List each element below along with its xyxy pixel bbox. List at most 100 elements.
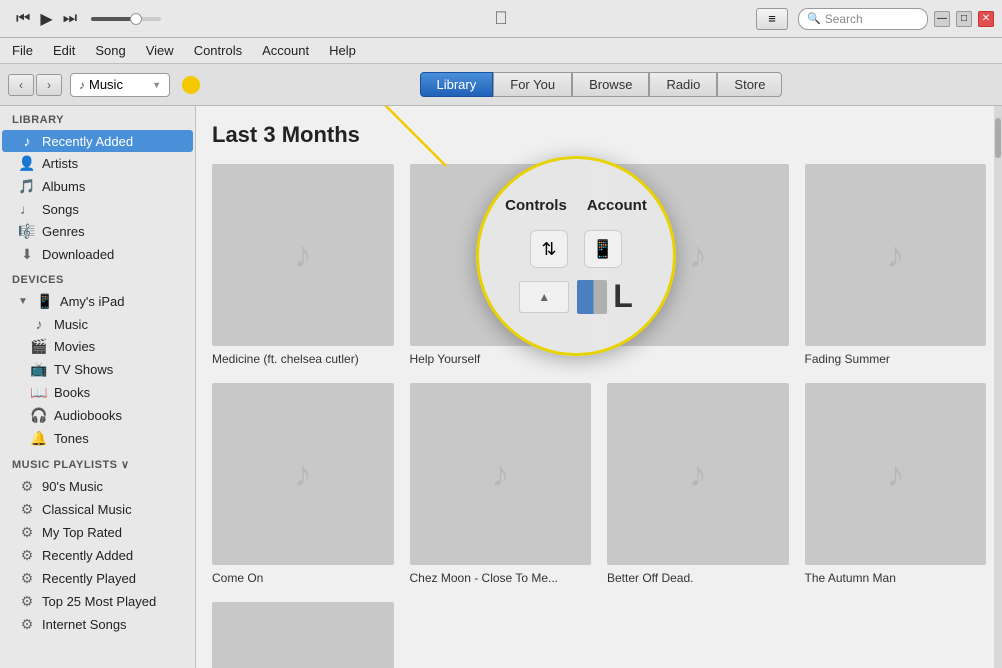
play-button[interactable]: ▶ bbox=[36, 7, 56, 31]
music-icon: ♪ bbox=[30, 316, 48, 332]
menu-file[interactable]: File bbox=[4, 41, 41, 60]
sidebar-item-music[interactable]: ♪ Music bbox=[2, 313, 193, 335]
sidebar-item-albums[interactable]: 🎵 Albums bbox=[2, 175, 193, 198]
source-dropdown[interactable]: ♪ Music ▼ bbox=[70, 73, 170, 97]
volume-slider[interactable] bbox=[91, 17, 161, 21]
downloaded-icon: ⬇ bbox=[18, 246, 36, 263]
album-item-chez[interactable]: ♪ Chez Moon - Close To Me... bbox=[410, 383, 592, 586]
album-title-better: Better Off Dead. bbox=[607, 571, 694, 587]
sidebar-item-top-rated[interactable]: ⚙ My Top Rated bbox=[2, 521, 193, 544]
sidebar-item-90s[interactable]: ⚙ 90's Music bbox=[2, 475, 193, 498]
classical-icon: ⚙ bbox=[18, 501, 36, 518]
tones-icon: 🔔 bbox=[30, 430, 48, 447]
sidebar-item-classical[interactable]: ⚙ Classical Music bbox=[2, 498, 193, 521]
dropdown-arrow-icon: ▼ bbox=[152, 80, 161, 90]
large-letter-l: L bbox=[613, 278, 633, 315]
menu-view[interactable]: View bbox=[138, 41, 182, 60]
sidebar-recently-added-label: Recently Added bbox=[42, 134, 133, 149]
tab-for-you[interactable]: For You bbox=[493, 72, 572, 97]
magnifier-content: Controls Account ⇅ 📱 ▲ L bbox=[479, 159, 673, 353]
search-placeholder: Search bbox=[825, 12, 863, 26]
menu-edit[interactable]: Edit bbox=[45, 41, 83, 60]
tvshows-icon: 📺 bbox=[30, 361, 48, 378]
search-box[interactable]: 🔍 Search bbox=[798, 8, 928, 30]
prev-button[interactable]: ⏮ bbox=[12, 8, 34, 30]
sidebar-downloaded-label: Downloaded bbox=[42, 247, 114, 262]
sidebar-tones-label: Tones bbox=[54, 431, 89, 446]
recently-added-pl-icon: ⚙ bbox=[18, 547, 36, 564]
sidebar-item-audiobooks[interactable]: 🎧 Audiobooks bbox=[2, 404, 193, 427]
sidebar-item-ipad[interactable]: ▼ 📱 Amy's iPad bbox=[2, 290, 193, 313]
album-title-come-on: Come On bbox=[212, 571, 263, 587]
album-grid-row3: ♪ bbox=[212, 602, 986, 668]
list-icon: ≡ bbox=[768, 11, 776, 26]
internet-songs-icon: ⚙ bbox=[18, 616, 36, 633]
album-art-come-on: ♪ bbox=[212, 383, 394, 565]
menu-help[interactable]: Help bbox=[321, 41, 364, 60]
sidebar-ipad-label: Amy's iPad bbox=[60, 294, 125, 309]
nav-back-button[interactable]: ‹ bbox=[8, 74, 34, 96]
menu-song[interactable]: Song bbox=[87, 41, 133, 60]
list-view-button[interactable]: ≡ bbox=[756, 8, 788, 30]
sidebar-item-recently-played[interactable]: ⚙ Recently Played bbox=[2, 567, 193, 590]
music-note-icon-3: ♪ bbox=[689, 234, 707, 276]
close-button[interactable]: ✕ bbox=[978, 11, 994, 27]
menubar: File Edit Song View Controls Account Hel… bbox=[0, 38, 1002, 64]
top25-icon: ⚙ bbox=[18, 593, 36, 610]
menu-controls[interactable]: Controls bbox=[186, 41, 250, 60]
scrollbar[interactable] bbox=[994, 106, 1002, 668]
music-note-icon-8: ♪ bbox=[886, 453, 904, 495]
sidebar-item-downloaded[interactable]: ⬇ Downloaded bbox=[2, 243, 193, 266]
audiobooks-icon: 🎧 bbox=[30, 407, 48, 424]
album-item-fading[interactable]: ♪ Fading Summer bbox=[805, 164, 987, 367]
nav-tabs: Library For You Browse Radio Store bbox=[420, 72, 783, 97]
album-art-row3-1: ♪ bbox=[212, 602, 394, 668]
maximize-button[interactable]: □ bbox=[956, 11, 972, 27]
album-item-row3-1[interactable]: ♪ bbox=[212, 602, 394, 668]
sidebar-songs-label: Songs bbox=[42, 202, 79, 217]
music-note-icon-6: ♪ bbox=[491, 453, 509, 495]
sidebar-item-tvshows[interactable]: 📺 TV Shows bbox=[2, 358, 193, 381]
magnifier-scroll-btn[interactable]: ▲ bbox=[519, 281, 569, 313]
album-item-better[interactable]: ♪ Better Off Dead. bbox=[607, 383, 789, 586]
minimize-button[interactable]: — bbox=[934, 11, 950, 27]
sidebar-item-top25[interactable]: ⚙ Top 25 Most Played bbox=[2, 590, 193, 613]
album-item-medicine[interactable]: ♪ Medicine (ft. chelsea cutler) bbox=[212, 164, 394, 367]
tab-library[interactable]: Library bbox=[420, 72, 494, 97]
playback-controls: ⏮ ▶ ⏭ bbox=[12, 7, 81, 31]
album-art-autumn: ♪ bbox=[805, 383, 987, 565]
magnifier-updown-button[interactable]: ⇅ bbox=[530, 230, 568, 268]
90s-icon: ⚙ bbox=[18, 478, 36, 495]
tab-store[interactable]: Store bbox=[717, 72, 782, 97]
album-item-come-on[interactable]: ♪ Come On bbox=[212, 383, 394, 586]
sidebar-genres-label: Genres bbox=[42, 224, 85, 239]
music-note-icon-1: ♪ bbox=[294, 234, 312, 276]
sidebar-item-recently-added[interactable]: ♪ Recently Added bbox=[2, 130, 193, 152]
tab-radio[interactable]: Radio bbox=[649, 72, 717, 97]
section-title: Last 3 Months bbox=[212, 122, 986, 148]
sidebar-item-songs[interactable]: ♩ Songs bbox=[2, 198, 193, 220]
magnifier-device-button[interactable]: 📱 bbox=[584, 230, 622, 268]
album-art-chez: ♪ bbox=[410, 383, 592, 565]
songs-icon: ♩ bbox=[18, 201, 36, 217]
menu-account[interactable]: Account bbox=[254, 41, 317, 60]
next-button[interactable]: ⏭ bbox=[59, 8, 81, 30]
partial-album-art bbox=[577, 280, 607, 314]
sidebar-item-movies[interactable]: 🎬 Movies bbox=[2, 335, 193, 358]
scrollbar-thumb[interactable] bbox=[995, 118, 1001, 158]
content-area: Last 3 Months ♪ Medicine (ft. chelsea cu… bbox=[196, 106, 1002, 668]
disclosure-arrow-icon: ▼ bbox=[18, 296, 28, 307]
ipad-icon: 📱 bbox=[36, 293, 54, 310]
sidebar-item-books[interactable]: 📖 Books bbox=[2, 381, 193, 404]
sidebar-recently-played-label: Recently Played bbox=[42, 571, 136, 586]
sidebar-item-recently-added-pl[interactable]: ⚙ Recently Added bbox=[2, 544, 193, 567]
sidebar-item-artists[interactable]: 👤 Artists bbox=[2, 152, 193, 175]
tab-browse[interactable]: Browse bbox=[572, 72, 649, 97]
recently-played-icon: ⚙ bbox=[18, 570, 36, 587]
sidebar-item-genres[interactable]: 🎼 Genres bbox=[2, 220, 193, 243]
nav-forward-button[interactable]: › bbox=[36, 74, 62, 96]
sidebar-item-tones[interactable]: 🔔 Tones bbox=[2, 427, 193, 450]
album-item-autumn[interactable]: ♪ The Autumn Man bbox=[805, 383, 987, 586]
volume-thumb bbox=[130, 13, 142, 25]
sidebar-item-internet-songs[interactable]: ⚙ Internet Songs bbox=[2, 613, 193, 636]
